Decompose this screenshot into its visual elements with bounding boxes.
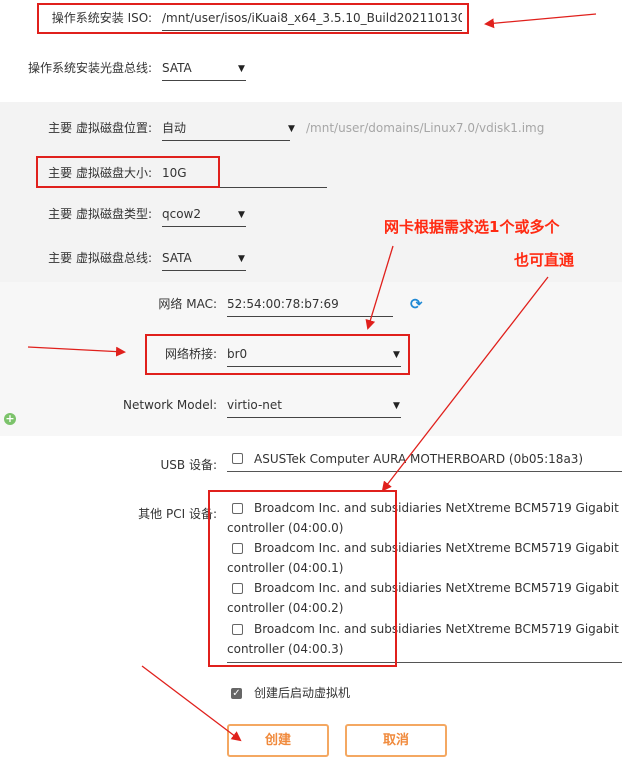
vdisk-bus-select[interactable]: SATA [162, 250, 246, 271]
vdisk-location-select[interactable]: 自动 [162, 120, 290, 141]
chevron-down-icon: ▼ [238, 210, 245, 220]
pci-highlight-box [208, 490, 397, 667]
chevron-down-icon: ▼ [238, 254, 245, 264]
usb-label: USB 设备: [160, 458, 218, 472]
autostart-label: 创建后启动虚拟机 [254, 686, 351, 700]
cdrom-bus-select[interactable]: SATA [162, 60, 246, 81]
mac-input[interactable]: 52:54:00:78:b7:69 [227, 296, 393, 317]
usb-device-row[interactable]: ASUSTek Computer AURA MOTHERBOARD (0b05:… [227, 451, 622, 472]
chevron-down-icon: ▼ [238, 64, 245, 74]
usb-device-checkbox[interactable] [232, 453, 243, 464]
plus-circle-icon[interactable]: + [4, 413, 16, 425]
refresh-icon[interactable]: ⟳ [410, 296, 423, 312]
nic-annotation-text: 网卡根据需求选1个或多个 [384, 218, 560, 236]
network-model-label: Network Model: [123, 398, 217, 412]
cancel-button[interactable]: 取消 [345, 724, 447, 757]
autostart-checkbox[interactable]: ✓ [231, 688, 242, 699]
usb-device-text: ASUSTek Computer AURA MOTHERBOARD (0b05:… [254, 452, 584, 466]
vdisk-bus-label: 主要 虚拟磁盘总线: [48, 251, 152, 265]
network-model-select[interactable]: virtio-net [227, 397, 401, 418]
vdisk-path-text: /mnt/user/domains/Linux7.0/vdisk1.img [306, 121, 545, 135]
cdrom-bus-label: 操作系统安装光盘总线: [27, 61, 152, 75]
bridge-highlight-box [145, 334, 410, 375]
pci-label: 其他 PCI 设备: [138, 507, 217, 521]
vdisk-type-label: 主要 虚拟磁盘类型: [48, 207, 152, 221]
vdisk-location-label: 主要 虚拟磁盘位置: [48, 121, 152, 135]
mac-label: 网络 MAC: [158, 297, 217, 311]
chevron-down-icon: ▼ [288, 124, 295, 134]
create-button[interactable]: 创建 [227, 724, 329, 757]
vdisk-size-highlight-box [36, 156, 220, 188]
vdisk-type-select[interactable]: qcow2 [162, 206, 246, 227]
iso-highlight-box [37, 3, 469, 34]
passthrough-annotation-text: 也可直通 [514, 251, 575, 269]
chevron-down-icon: ▼ [393, 401, 400, 411]
